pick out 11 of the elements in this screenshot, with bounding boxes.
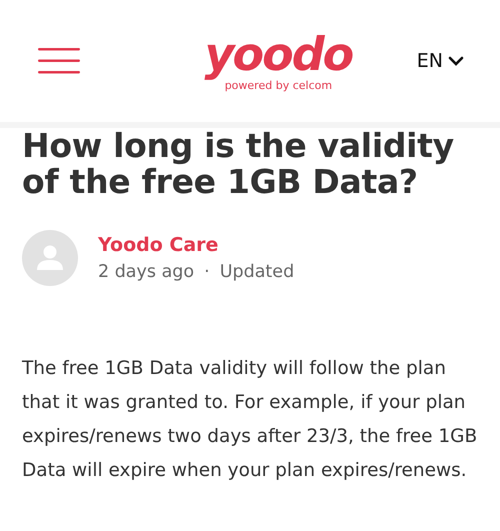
menu-icon[interactable] [38,48,80,74]
avatar-icon [22,230,78,286]
logo-tagline: powered by celcom [224,78,332,92]
post-time: 2 days ago [98,262,194,282]
author-name[interactable]: Yoodo Care [98,234,294,256]
language-selector[interactable]: EN [416,50,464,72]
chevron-down-icon [448,56,464,66]
separator: · [204,262,210,282]
article-title: How long is the validity of the free 1GB Data? [22,128,455,200]
status-label: Updated [220,262,294,282]
article-body: The free 1GB Data validity will follow the plan that it was granted to. For example, if your plan expires/renews two days after 23/3, the free 1GB Data will expire when your plan expires/renews. [22,357,478,483]
